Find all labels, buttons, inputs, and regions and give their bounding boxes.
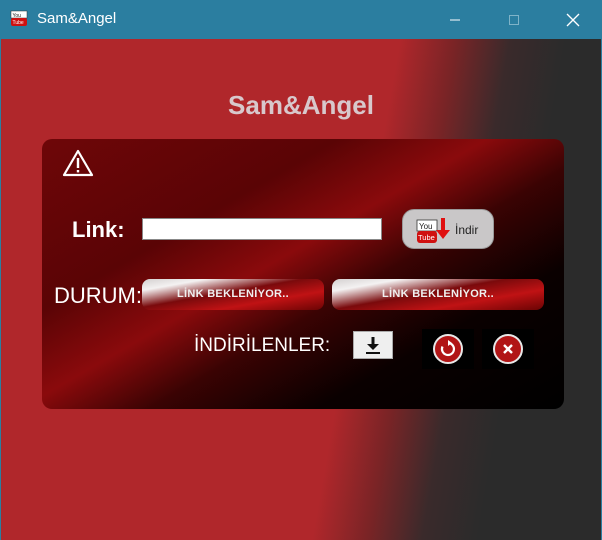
svg-text:Tube: Tube: [418, 233, 435, 242]
link-input[interactable]: [142, 218, 382, 240]
close-icon: [566, 13, 580, 26]
refresh-button-face: [433, 334, 463, 364]
cancel-button-face: [493, 334, 523, 364]
refresh-icon: [440, 340, 456, 357]
close-button[interactable]: [550, 0, 596, 39]
title-bar[interactable]: You Tube Sam&Angel: [1, 0, 601, 39]
youtube-app-icon: You Tube: [10, 10, 28, 26]
refresh-button[interactable]: [422, 329, 474, 369]
downloads-label: İNDİRİLENLER:: [194, 335, 331, 356]
minimize-icon: [450, 19, 460, 20]
warning-icon: [62, 149, 94, 177]
youtube-download-icon: You Tube: [416, 218, 450, 243]
svg-text:Tube: Tube: [13, 20, 24, 26]
open-downloads-button[interactable]: [353, 331, 393, 359]
cancel-button[interactable]: [482, 329, 534, 369]
svg-text:You: You: [419, 222, 433, 231]
app-window: You Tube Sam&Angel Sam&Angel Link: You T…: [0, 0, 602, 540]
main-panel: Link: You Tube İndir DURUM: LİNK BEKLENİ…: [42, 139, 564, 409]
download-arrow-icon: [366, 337, 380, 354]
download-button[interactable]: You Tube İndir: [402, 209, 494, 249]
cancel-x-icon: [503, 344, 513, 354]
window-title: Sam&Angel: [37, 10, 117, 27]
svg-text:You: You: [13, 13, 22, 19]
status-label: DURUM:: [54, 283, 142, 308]
download-button-label: İndir: [455, 223, 479, 237]
link-label: Link:: [72, 217, 125, 242]
status-indicator-2: LİNK BEKLENİYOR..: [332, 279, 544, 310]
minimize-button[interactable]: [432, 0, 478, 39]
client-area: Sam&Angel Link: You Tube İndir DURUM: Lİ…: [1, 39, 601, 540]
maximize-icon: [509, 14, 519, 25]
maximize-button[interactable]: [491, 0, 537, 39]
app-heading: Sam&Angel: [228, 90, 374, 120]
status-indicator-1: LİNK BEKLENİYOR..: [142, 279, 324, 310]
